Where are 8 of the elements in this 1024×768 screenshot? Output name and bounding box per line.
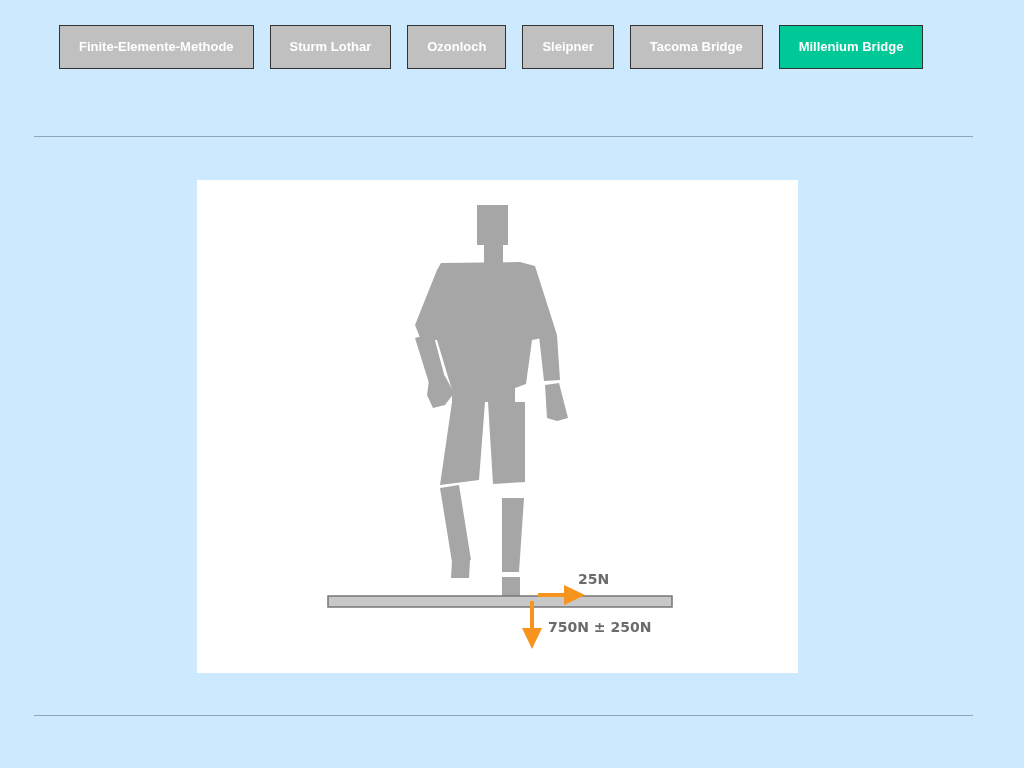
topic-button[interactable]: Sturm Lothar [269, 25, 392, 69]
force-label: 25N [578, 571, 610, 587]
topic-button[interactable]: Sleipner [522, 25, 614, 69]
topic-button[interactable]: Millenium Bridge [778, 25, 924, 69]
topic-button[interactable]: Ozonloch [407, 25, 507, 69]
topic-button[interactable]: Tacoma Bridge [629, 25, 763, 69]
force-label: 750N ± 250N [548, 619, 652, 635]
topic-button[interactable]: Finite-Elemente-Methode [59, 25, 254, 69]
